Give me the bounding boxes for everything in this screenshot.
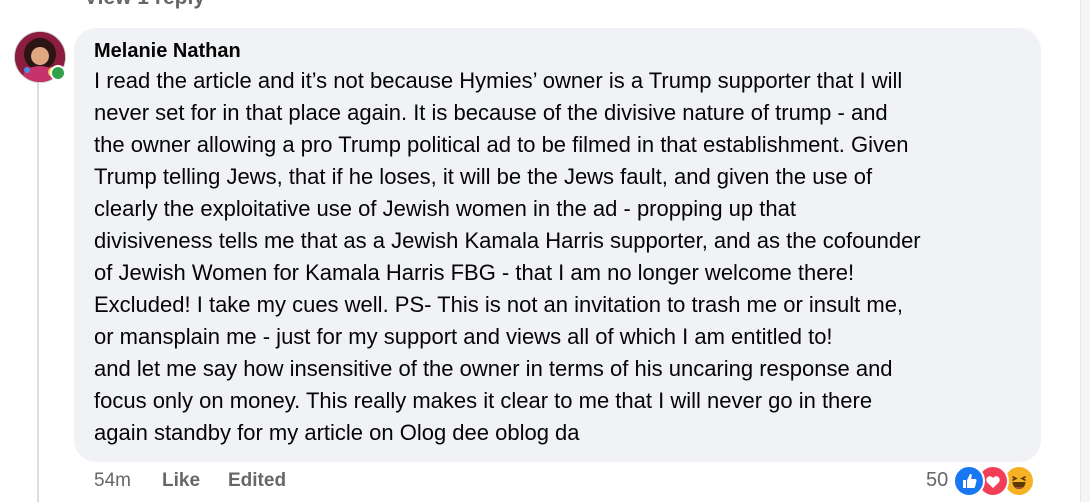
like-icon xyxy=(953,465,985,497)
comment-timestamp[interactable]: 54m xyxy=(94,470,131,492)
comment-thread: View 1 reply Melanie Nathan I read the a… xyxy=(0,0,1090,502)
comment-author-name[interactable]: Melanie Nathan xyxy=(94,40,241,63)
comment-text-line: I read the article and it’s not because … xyxy=(94,68,903,93)
comment-text-line: and let me say how insensitive of the ow… xyxy=(94,356,893,381)
like-button[interactable]: Like xyxy=(162,470,200,492)
author-avatar[interactable] xyxy=(14,31,66,83)
comment-text-line: again standby for my article on Olog dee… xyxy=(94,420,580,445)
vertical-scrollbar[interactable] xyxy=(1080,0,1090,502)
comment-text-line: never set for in that place again. It is… xyxy=(94,100,888,125)
online-status-indicator xyxy=(50,65,66,81)
thread-connector-line xyxy=(37,82,39,502)
comment-text-line: focus only on money. This really makes i… xyxy=(94,388,873,413)
reaction-count[interactable]: 50 xyxy=(926,469,948,492)
view-replies-link[interactable]: View 1 reply xyxy=(84,0,205,10)
comment-text-line: clearly the exploitative use of Jewish w… xyxy=(94,196,796,221)
edited-label[interactable]: Edited xyxy=(228,470,286,492)
comment-text-line: Excluded! I take my cues well. PS- This … xyxy=(94,292,904,317)
comment-text-line: divisiveness tells me that as a Jewish K… xyxy=(94,228,921,253)
comment-text-line: of Jewish Women for Kamala Harris FBG - … xyxy=(94,260,855,285)
comment-text-line: the owner allowing a pro Trump political… xyxy=(94,132,909,157)
reactions-summary[interactable] xyxy=(953,465,1037,497)
comment-text-line: Trump telling Jews, that if he loses, it… xyxy=(94,164,873,189)
comment-text-line: or mansplain me - just for my support an… xyxy=(94,324,833,349)
